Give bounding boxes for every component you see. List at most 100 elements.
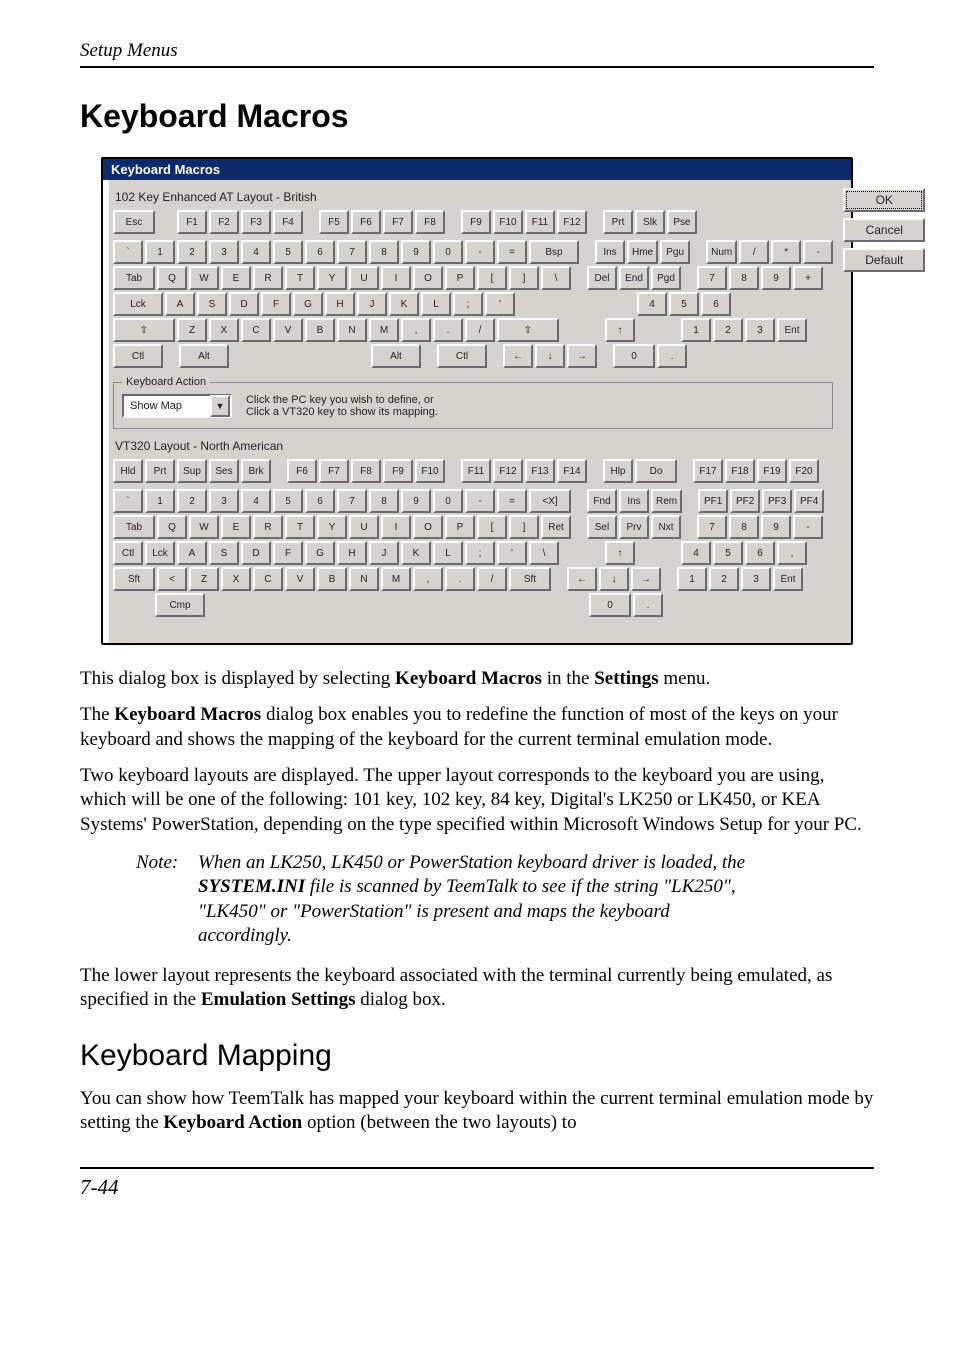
key-ly[interactable]: Y xyxy=(317,515,347,539)
key-numplus[interactable]: + xyxy=(793,266,823,290)
key-lf-key[interactable]: F xyxy=(273,541,303,565)
key-lbslash[interactable]: \ xyxy=(529,541,559,565)
key-lup[interactable]: ↑ xyxy=(605,541,635,565)
key-pf2[interactable]: PF2 xyxy=(730,489,760,513)
key-pse[interactable]: Pse xyxy=(667,210,697,234)
key-l[interactable]: L xyxy=(421,292,451,316)
key-ltab[interactable]: Tab xyxy=(113,515,155,539)
key-lbsp[interactable]: <X] xyxy=(529,489,571,513)
key-f4[interactable]: F4 xyxy=(273,210,303,234)
key-ld[interactable]: D xyxy=(241,541,271,565)
key-a[interactable]: A xyxy=(165,292,195,316)
key-num[interactable]: Num xyxy=(706,240,737,264)
key-cmp[interactable]: Cmp xyxy=(155,593,205,617)
key-f5[interactable]: F5 xyxy=(319,210,349,234)
key-lctl[interactable]: Ctl xyxy=(113,344,163,368)
key-ln0[interactable]: 0 xyxy=(589,593,631,617)
key-num4[interactable]: 4 xyxy=(637,292,667,316)
key-s[interactable]: S xyxy=(197,292,227,316)
key-num9[interactable]: 9 xyxy=(761,266,791,290)
key-d[interactable]: D xyxy=(229,292,259,316)
key-h[interactable]: H xyxy=(325,292,355,316)
key-hme[interactable]: Hme xyxy=(627,240,658,264)
key-num7[interactable]: 7 xyxy=(697,266,727,290)
key-lf13[interactable]: F13 xyxy=(525,459,555,483)
key-f3[interactable]: F3 xyxy=(241,210,271,234)
key-l3[interactable]: 3 xyxy=(209,489,239,513)
key-lsemi[interactable]: ; xyxy=(465,541,495,565)
key-m[interactable]: M xyxy=(369,318,399,342)
key-f12[interactable]: F12 xyxy=(557,210,587,234)
key-f[interactable]: F xyxy=(261,292,291,316)
key-lctl2[interactable]: Ctl xyxy=(113,541,143,565)
key-f6[interactable]: F6 xyxy=(351,210,381,234)
key-pf1[interactable]: PF1 xyxy=(698,489,728,513)
key-lsft[interactable]: Sft xyxy=(113,567,155,591)
key-8[interactable]: 8 xyxy=(369,240,399,264)
key-ll[interactable]: L xyxy=(433,541,463,565)
key-equals[interactable]: = xyxy=(497,240,527,264)
key-num1[interactable]: 1 xyxy=(681,318,711,342)
key-w[interactable]: W xyxy=(189,266,219,290)
key-lndot[interactable]: . xyxy=(633,593,663,617)
key-num2[interactable]: 2 xyxy=(713,318,743,342)
key-ln2[interactable]: 2 xyxy=(709,567,739,591)
key-b[interactable]: B xyxy=(305,318,335,342)
key-li[interactable]: I xyxy=(381,515,411,539)
key-lw[interactable]: W xyxy=(189,515,219,539)
key-prt[interactable]: Prt xyxy=(603,210,633,234)
key-prt2[interactable]: Prt xyxy=(145,459,175,483)
key-llb[interactable]: [ xyxy=(477,515,507,539)
key-ldown[interactable]: ↓ xyxy=(599,567,629,591)
key-llt[interactable]: < xyxy=(157,567,187,591)
key-x[interactable]: X xyxy=(209,318,239,342)
key-nxt[interactable]: Nxt xyxy=(651,515,681,539)
default-button[interactable]: Default xyxy=(843,248,925,272)
key-lo[interactable]: O xyxy=(413,515,443,539)
key-la[interactable]: A xyxy=(177,541,207,565)
key-lv[interactable]: V xyxy=(285,567,315,591)
key-rem[interactable]: Rem xyxy=(651,489,682,513)
key-pgu[interactable]: Pgu xyxy=(660,240,690,264)
key-lf19[interactable]: F19 xyxy=(757,459,787,483)
key-lf20[interactable]: F20 xyxy=(789,459,819,483)
key-l9[interactable]: 9 xyxy=(401,489,431,513)
key-ls[interactable]: S xyxy=(209,541,239,565)
key-lf12[interactable]: F12 xyxy=(493,459,523,483)
key-ln9[interactable]: 9 xyxy=(761,515,791,539)
key-llck[interactable]: Lck xyxy=(145,541,175,565)
key-lncomma[interactable]: , xyxy=(777,541,807,565)
key-l1[interactable]: 1 xyxy=(145,489,175,513)
key-n[interactable]: N xyxy=(337,318,367,342)
key-esc[interactable]: Esc xyxy=(113,210,155,234)
key-e[interactable]: E xyxy=(221,266,251,290)
key-lp[interactable]: P xyxy=(445,515,475,539)
key-6[interactable]: 6 xyxy=(305,240,335,264)
key-prv[interactable]: Prv xyxy=(619,515,649,539)
key-pgd[interactable]: Pgd xyxy=(651,266,681,290)
key-lck[interactable]: Lck xyxy=(113,292,163,316)
key-ses[interactable]: Ses xyxy=(209,459,239,483)
key-lleft[interactable]: ← xyxy=(567,567,597,591)
key-lf18[interactable]: F18 xyxy=(725,459,755,483)
key-num8[interactable]: 8 xyxy=(729,266,759,290)
key-lrb[interactable]: ] xyxy=(509,515,539,539)
key-ret[interactable]: Ret xyxy=(541,515,571,539)
key-lquote[interactable]: ' xyxy=(497,541,527,565)
cancel-button[interactable]: Cancel xyxy=(843,218,925,242)
key-del[interactable]: Del xyxy=(587,266,617,290)
key-lalt[interactable]: Alt xyxy=(179,344,229,368)
key-down[interactable]: ↓ xyxy=(535,344,565,368)
key-o[interactable]: O xyxy=(413,266,443,290)
key-c[interactable]: C xyxy=(241,318,271,342)
key-y[interactable]: Y xyxy=(317,266,347,290)
key-l2[interactable]: 2 xyxy=(177,489,207,513)
key-lq[interactable]: Q xyxy=(157,515,187,539)
key-right[interactable]: → xyxy=(567,344,597,368)
key-t[interactable]: T xyxy=(285,266,315,290)
key-bsp[interactable]: Bsp xyxy=(529,240,579,264)
key-numminus[interactable]: - xyxy=(803,240,833,264)
key-l6[interactable]: 6 xyxy=(305,489,335,513)
key-ln3[interactable]: 3 xyxy=(741,567,771,591)
key-lslash[interactable]: / xyxy=(477,567,507,591)
